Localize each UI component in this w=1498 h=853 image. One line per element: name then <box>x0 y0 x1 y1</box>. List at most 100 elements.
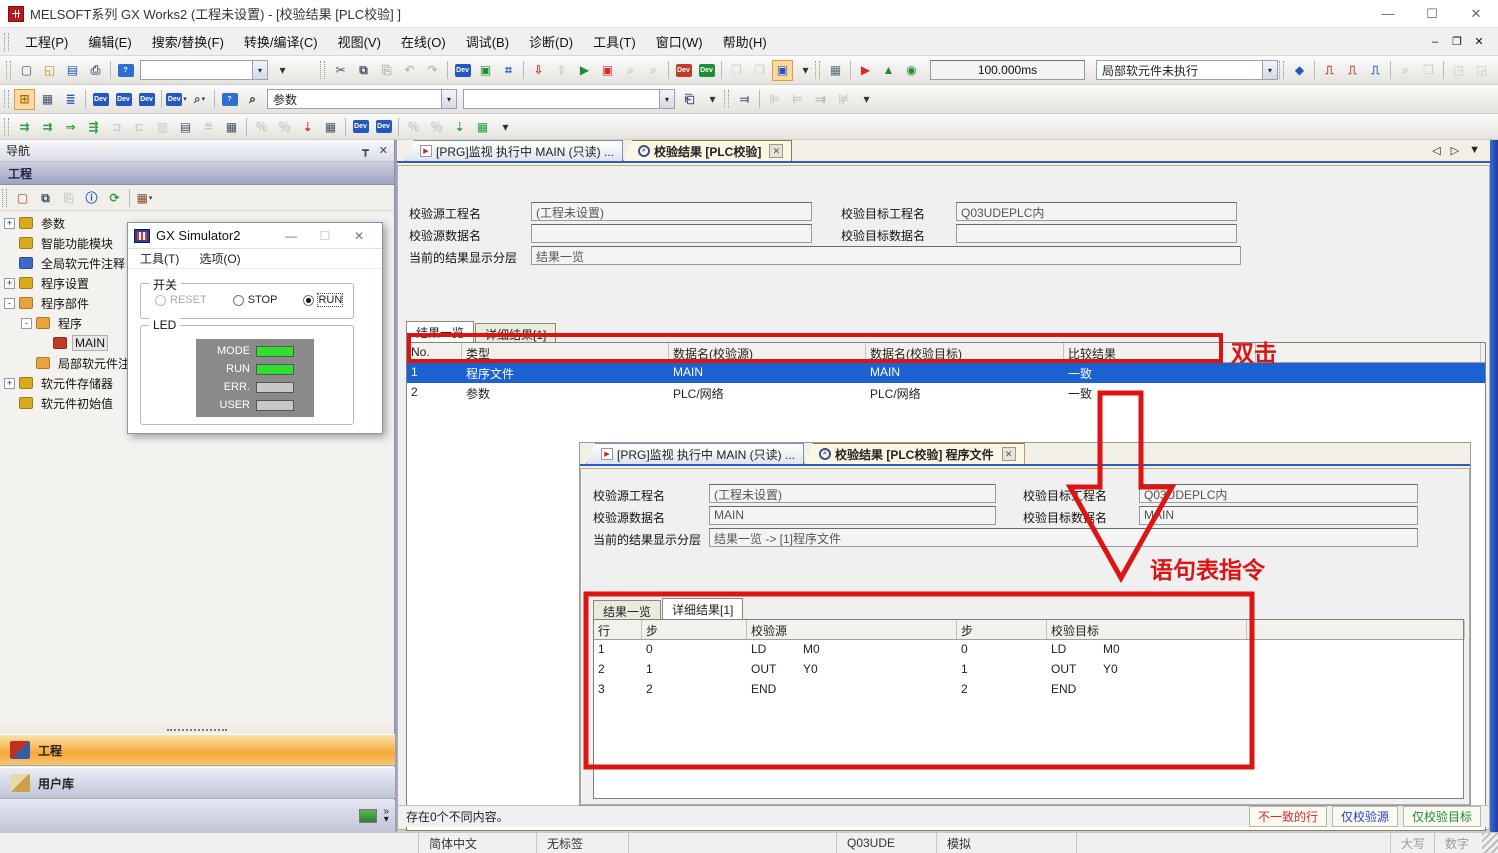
skip-table-icon[interactable]: ％ <box>426 116 447 137</box>
read-from-plc-icon[interactable]: ⇧ <box>551 60 572 81</box>
table-row[interactable]: 1程序文件MAINMAIN一致 <box>407 363 1485 383</box>
partial-run-icon[interactable]: ⊏ <box>129 116 150 137</box>
help-2-icon[interactable]: ? <box>219 89 240 110</box>
simulation-settings-icon[interactable]: ▦ <box>825 60 846 81</box>
radio-run[interactable]: RUN <box>303 294 342 306</box>
simulation-start-icon[interactable]: ▶ <box>855 60 876 81</box>
pause-list-icon[interactable]: ≝ <box>198 116 219 137</box>
sampling-trace-3-icon[interactable]: ⎍ <box>1365 60 1386 81</box>
forced-on-icon[interactable]: ％ <box>251 116 272 137</box>
device-comment-list-icon[interactable]: Dev <box>90 89 111 110</box>
help-icon[interactable]: ? <box>115 60 136 81</box>
monitor-stop-icon[interactable]: ▣ <box>597 60 618 81</box>
table-row[interactable]: 21OUTY01OUTY0 <box>594 660 1463 680</box>
open-project-icon[interactable]: ◱ <box>39 60 60 81</box>
trace-read-icon[interactable]: ⌕ <box>1395 60 1416 81</box>
tab-prev-icon[interactable]: ◁ <box>1432 144 1440 157</box>
trace-stop-icon[interactable]: ◲ <box>1471 60 1492 81</box>
monitor-active-icon[interactable]: ▣ <box>772 60 793 81</box>
data-security-icon[interactable]: ⓘ <box>81 187 102 208</box>
menu-item[interactable]: 视图(V) <box>328 28 391 55</box>
toolbar-overflow-icon[interactable]: ▾ <box>272 60 293 81</box>
chevron-down-icon[interactable]: ▾ <box>441 90 456 108</box>
new-file-icon[interactable]: ▢ <box>16 60 37 81</box>
display-scale-icon[interactable]: ⌕▾ <box>189 89 210 110</box>
skip-x-icon[interactable]: ％ <box>403 116 424 137</box>
monitor-pause-icon[interactable]: ⌕ <box>620 60 641 81</box>
minimize-icon[interactable]: — <box>1366 1 1410 27</box>
trace-start-icon[interactable]: ◳ <box>1448 60 1469 81</box>
skip-range-table-icon[interactable]: ▦ <box>472 116 493 137</box>
undo-icon[interactable]: ↶ <box>399 60 420 81</box>
dev-break-x-icon[interactable]: Dev <box>350 116 371 137</box>
toolbar-overflow-3-icon[interactable]: ▾ <box>1494 60 1498 81</box>
window-cascade-icon[interactable]: ❐ <box>726 60 747 81</box>
sort-tree-icon[interactable]: ▦▾ <box>134 187 155 208</box>
result-tab[interactable]: 结果一览 <box>406 321 474 342</box>
cut-icon[interactable]: ✂ <box>330 60 351 81</box>
toolbar-combobox[interactable]: 参数▾ <box>267 89 457 109</box>
skip-range-icon[interactable]: ⇣ <box>449 116 470 137</box>
menu-item[interactable]: 帮助(H) <box>713 28 777 55</box>
toolbar-combobox[interactable]: ▾ <box>140 60 268 80</box>
online-data-write-icon[interactable]: ◆ <box>1289 60 1310 81</box>
table-row[interactable]: 32END2END <box>594 680 1463 700</box>
device-test-icon[interactable]: ⌗ <box>498 60 519 81</box>
declaration-edit-icon[interactable]: ⊨ <box>787 89 808 110</box>
device-display-green-icon[interactable]: Dev <box>696 60 717 81</box>
close-panel-icon[interactable]: ✕ <box>379 144 388 157</box>
menu-item[interactable]: 调试(B) <box>456 28 519 55</box>
simulator-title-bar[interactable]: GX Simulator2 — ☐ ✕ <box>128 223 382 249</box>
task-list-icon[interactable]: ≣ <box>60 89 81 110</box>
menu-item[interactable]: 工具(T) <box>583 28 646 55</box>
tab-next-icon[interactable]: ▷ <box>1451 144 1459 157</box>
menu-item[interactable]: 搜索/替换(F) <box>142 28 234 55</box>
statement-edit-icon[interactable]: ⫤ <box>734 89 755 110</box>
device-comment-icon[interactable]: Dev <box>452 60 473 81</box>
menu-item[interactable]: 诊断(D) <box>519 28 583 55</box>
exec-status-combobox[interactable]: 局部软元件未执行 ▾ <box>1096 60 1278 80</box>
new-data-icon[interactable]: ▢ <box>12 187 33 208</box>
write-to-plc-icon[interactable]: ⇩ <box>528 60 549 81</box>
collapse-icon[interactable]: - <box>4 298 15 309</box>
step-run-icon[interactable]: ⇉ <box>14 116 35 137</box>
note-batch-edit-icon[interactable]: ⊯ <box>833 89 854 110</box>
connection-monitor-icon[interactable] <box>359 809 377 823</box>
simulator-menu-item[interactable]: 选项(O) <box>199 250 240 267</box>
pin-icon[interactable]: ┳ <box>362 144 369 157</box>
child-minimize-icon[interactable]: – <box>1424 33 1446 51</box>
device-monitor-icon[interactable]: ▣ <box>475 60 496 81</box>
monitor-start-icon[interactable]: ▶ <box>574 60 595 81</box>
result-tab[interactable]: 详细结果[1] <box>475 323 556 342</box>
simulation-stop-icon[interactable]: ◉ <box>901 60 922 81</box>
maximize-icon[interactable]: ☐ <box>1410 1 1454 27</box>
save-project-icon[interactable]: ▤ <box>62 60 83 81</box>
step-run-2-icon[interactable]: ⇉ <box>37 116 58 137</box>
paste-data-icon[interactable]: ⎘ <box>58 187 79 208</box>
toolbar-overflow-5-icon[interactable]: ▾ <box>702 89 723 110</box>
simulator-menu-item[interactable]: 工具(T) <box>140 250 179 267</box>
skip-run-icon[interactable]: ⊐ <box>106 116 127 137</box>
device-memory-list-icon[interactable]: Dev <box>113 89 134 110</box>
document-tab[interactable]: ▶[PRG]监视 执行中 MAIN (只读) ... <box>586 443 804 464</box>
menu-item[interactable]: 转换/编译(C) <box>234 28 328 55</box>
menu-item[interactable]: 编辑(E) <box>78 28 141 55</box>
device-setting-icon[interactable]: Dev <box>136 89 157 110</box>
copy-icon[interactable]: ⧉ <box>353 60 374 81</box>
sidebar-item-user-library[interactable]: 用户库 <box>0 767 395 799</box>
toolbar-combobox[interactable]: ▾ <box>463 89 675 109</box>
table-row[interactable]: 10LDM00LDM0 <box>594 640 1463 660</box>
dev-break-table-icon[interactable]: Dev <box>373 116 394 137</box>
print-icon[interactable]: ⎙ <box>85 60 106 81</box>
child-close-icon[interactable]: ✕ <box>1468 33 1490 51</box>
toolbar-overflow-4-icon[interactable]: ▾ <box>495 116 516 137</box>
chevron-down-icon[interactable]: ▾ <box>252 61 267 79</box>
step-break-icon[interactable]: ⇒ <box>60 116 81 137</box>
radio-stop[interactable]: STOP <box>233 294 278 306</box>
close-icon[interactable]: ✕ <box>1454 1 1498 27</box>
chevron-down-icon[interactable]: ▾ <box>1262 61 1277 79</box>
paste-icon[interactable]: ⎘ <box>376 60 397 81</box>
break-list-icon[interactable]: ▤ <box>175 116 196 137</box>
exec-condition-icon[interactable]: ▦ <box>221 116 242 137</box>
step-out-icon[interactable]: ⇶ <box>83 116 104 137</box>
